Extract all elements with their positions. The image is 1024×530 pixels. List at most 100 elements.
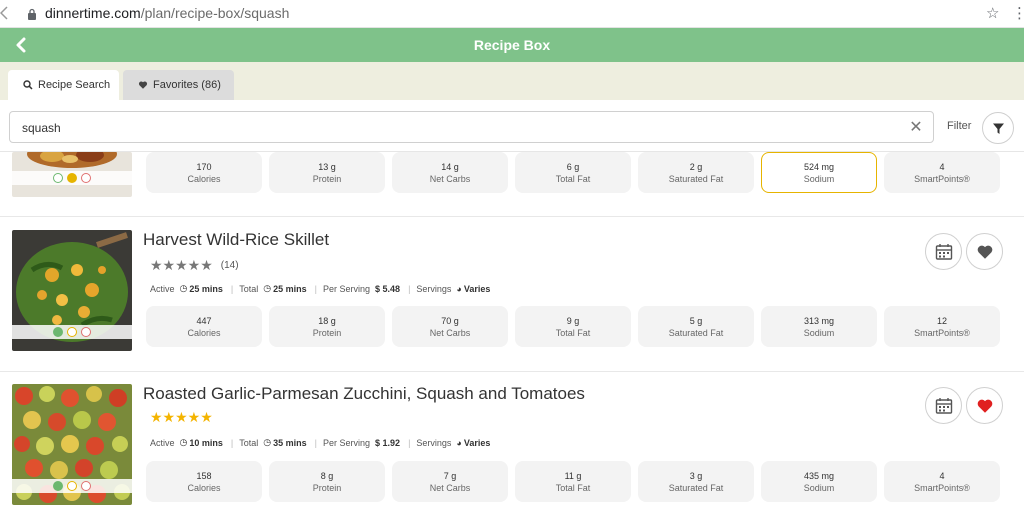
recipe-title[interactable]: Roasted Garlic-Parmesan Zucchini, Squash…	[143, 384, 585, 404]
search-bar-row: ✕ Filter	[0, 100, 1024, 152]
bookmark-star-icon[interactable]: ☆	[986, 4, 999, 22]
filter-button[interactable]	[982, 112, 1014, 144]
total-label: Total	[239, 283, 259, 294]
heart-icon	[977, 245, 993, 259]
clock-icon: ◷	[263, 437, 272, 447]
divider: |	[408, 437, 411, 448]
nutrition-row: 158 Calories 8 g Protein 7 g Net Carbs 11 g…	[146, 461, 1000, 502]
favorite-button[interactable]	[966, 387, 1003, 424]
rating-count: (14)	[220, 260, 239, 271]
calendar-icon	[935, 244, 953, 260]
nutrition-total-fat: 6 g Total Fat	[515, 152, 631, 193]
nutrition-sodium: 524 mg Sodium	[761, 152, 877, 193]
active-time: 10 mins	[189, 437, 223, 448]
clock-icon: ◷	[179, 437, 188, 447]
active-label: Active	[150, 437, 175, 448]
clear-icon[interactable]: ✕	[907, 119, 925, 137]
green-indicator-icon	[53, 327, 63, 337]
search-input[interactable]	[22, 119, 882, 137]
green-indicator-icon	[53, 173, 63, 183]
nutrition-total-fat: 9 g Total Fat	[515, 306, 631, 347]
divider: |	[314, 437, 317, 448]
per-serving-cost: $ 1.92	[375, 437, 401, 448]
tab-recipe-search[interactable]: Recipe Search	[8, 70, 119, 100]
servings-value: Varies	[463, 437, 491, 448]
nutrition-smartpoints: 12 SmartPoints®	[884, 306, 1000, 347]
star-rating-icon: ★★★★★	[150, 257, 213, 273]
recipe-meta: Active ◷ 25 mins | Total ◷ 25 mins | Per…	[150, 283, 498, 294]
servings-label: Servings	[416, 437, 452, 448]
clock-icon: ◷	[179, 283, 188, 293]
servings-value: Varies	[463, 283, 491, 294]
nutrition-saturated-fat: 3 g Saturated Fat	[638, 461, 754, 502]
recipe-image[interactable]	[12, 152, 132, 197]
nutrition-protein: 18 g Protein	[269, 306, 385, 347]
divider: |	[230, 437, 234, 448]
calendar-button[interactable]	[925, 387, 962, 424]
divider: |	[408, 283, 411, 294]
active-time: 25 mins	[189, 283, 223, 294]
url-host: dinnertime.com	[45, 5, 141, 21]
url-text[interactable]: dinnertime.com/plan/recipe-box/squash	[45, 5, 289, 21]
tab-label: Favorites (86)	[153, 79, 221, 91]
favorite-button[interactable]	[966, 233, 1003, 270]
yellow-indicator-icon	[67, 481, 77, 491]
lock-icon	[27, 7, 37, 20]
recipe-row[interactable]: 170 Calories 13 g Protein 14 g Net Carbs 6 …	[0, 152, 1024, 217]
heart-icon	[138, 80, 148, 90]
health-indicators	[12, 171, 132, 185]
heart-filled-icon	[977, 399, 993, 413]
nutrition-net-carbs: 14 g Net Carbs	[392, 152, 508, 193]
filter-label[interactable]: Filter	[947, 120, 971, 132]
nutrition-calories: 447 Calories	[146, 306, 262, 347]
tab-label: Recipe Search	[38, 79, 111, 91]
pie-icon: ◕	[456, 283, 462, 294]
active-label: Active	[150, 283, 175, 294]
recipe-row[interactable]: Roasted Garlic-Parmesan Zucchini, Squash…	[0, 372, 1024, 530]
nutrition-protein: 8 g Protein	[269, 461, 385, 502]
per-serving-label: Per Serving	[323, 437, 371, 448]
nutrition-saturated-fat: 2 g Saturated Fat	[638, 152, 754, 193]
funnel-icon	[993, 123, 1004, 134]
nutrition-net-carbs: 70 g Net Carbs	[392, 306, 508, 347]
nutrition-sodium: 435 mg Sodium	[761, 461, 877, 502]
browser-address-bar: dinnertime.com/plan/recipe-box/squash ☆ …	[0, 0, 1024, 28]
recipe-meta: Active ◷ 10 mins | Total ◷ 35 mins | Per…	[150, 437, 498, 448]
servings-label: Servings	[416, 283, 452, 294]
nutrition-smartpoints: 4 SmartPoints®	[884, 461, 1000, 502]
divider: |	[230, 283, 234, 294]
recipe-rating: ★★★★★ (14)	[150, 257, 239, 274]
nutrition-calories: 170 Calories	[146, 152, 262, 193]
tab-favorites[interactable]: Favorites (86)	[123, 70, 234, 100]
recipe-image[interactable]	[12, 230, 132, 351]
recipe-title[interactable]: Harvest Wild-Rice Skillet	[143, 230, 329, 250]
star-rating-icon: ★★★★★	[150, 409, 213, 425]
total-time: 35 mins	[273, 437, 307, 448]
nutrition-sodium: 313 mg Sodium	[761, 306, 877, 347]
recipe-image[interactable]	[12, 384, 132, 505]
search-box: ✕	[9, 111, 934, 143]
tabs-bar: Recipe Search Favorites (86)	[0, 62, 1024, 100]
green-indicator-icon	[53, 481, 63, 491]
nutrition-total-fat: 11 g Total Fat	[515, 461, 631, 502]
calendar-button[interactable]	[925, 233, 962, 270]
nutrition-saturated-fat: 5 g Saturated Fat	[638, 306, 754, 347]
red-indicator-icon	[81, 327, 91, 337]
total-time: 25 mins	[273, 283, 307, 294]
page-title: Recipe Box	[473, 37, 551, 53]
yellow-indicator-icon	[67, 327, 77, 337]
browser-menu-icon[interactable]: ⋮	[1012, 4, 1024, 22]
per-serving-cost: $ 5.48	[375, 283, 401, 294]
health-indicators	[12, 479, 132, 493]
nutrition-row: 447 Calories 18 g Protein 70 g Net Carbs 9 …	[146, 306, 1000, 347]
pie-icon: ◕	[456, 437, 462, 448]
yellow-indicator-icon	[67, 173, 77, 183]
browser-back-icon[interactable]	[0, 6, 12, 22]
nutrition-smartpoints: 4 SmartPoints®	[884, 152, 1000, 193]
search-icon	[23, 80, 33, 90]
nutrition-protein: 13 g Protein	[269, 152, 385, 193]
red-indicator-icon	[81, 173, 91, 183]
red-indicator-icon	[81, 481, 91, 491]
recipe-row[interactable]: Harvest Wild-Rice Skillet ★★★★★ (14) Act…	[0, 217, 1024, 372]
url-path: /plan/recipe-box/squash	[140, 5, 290, 21]
